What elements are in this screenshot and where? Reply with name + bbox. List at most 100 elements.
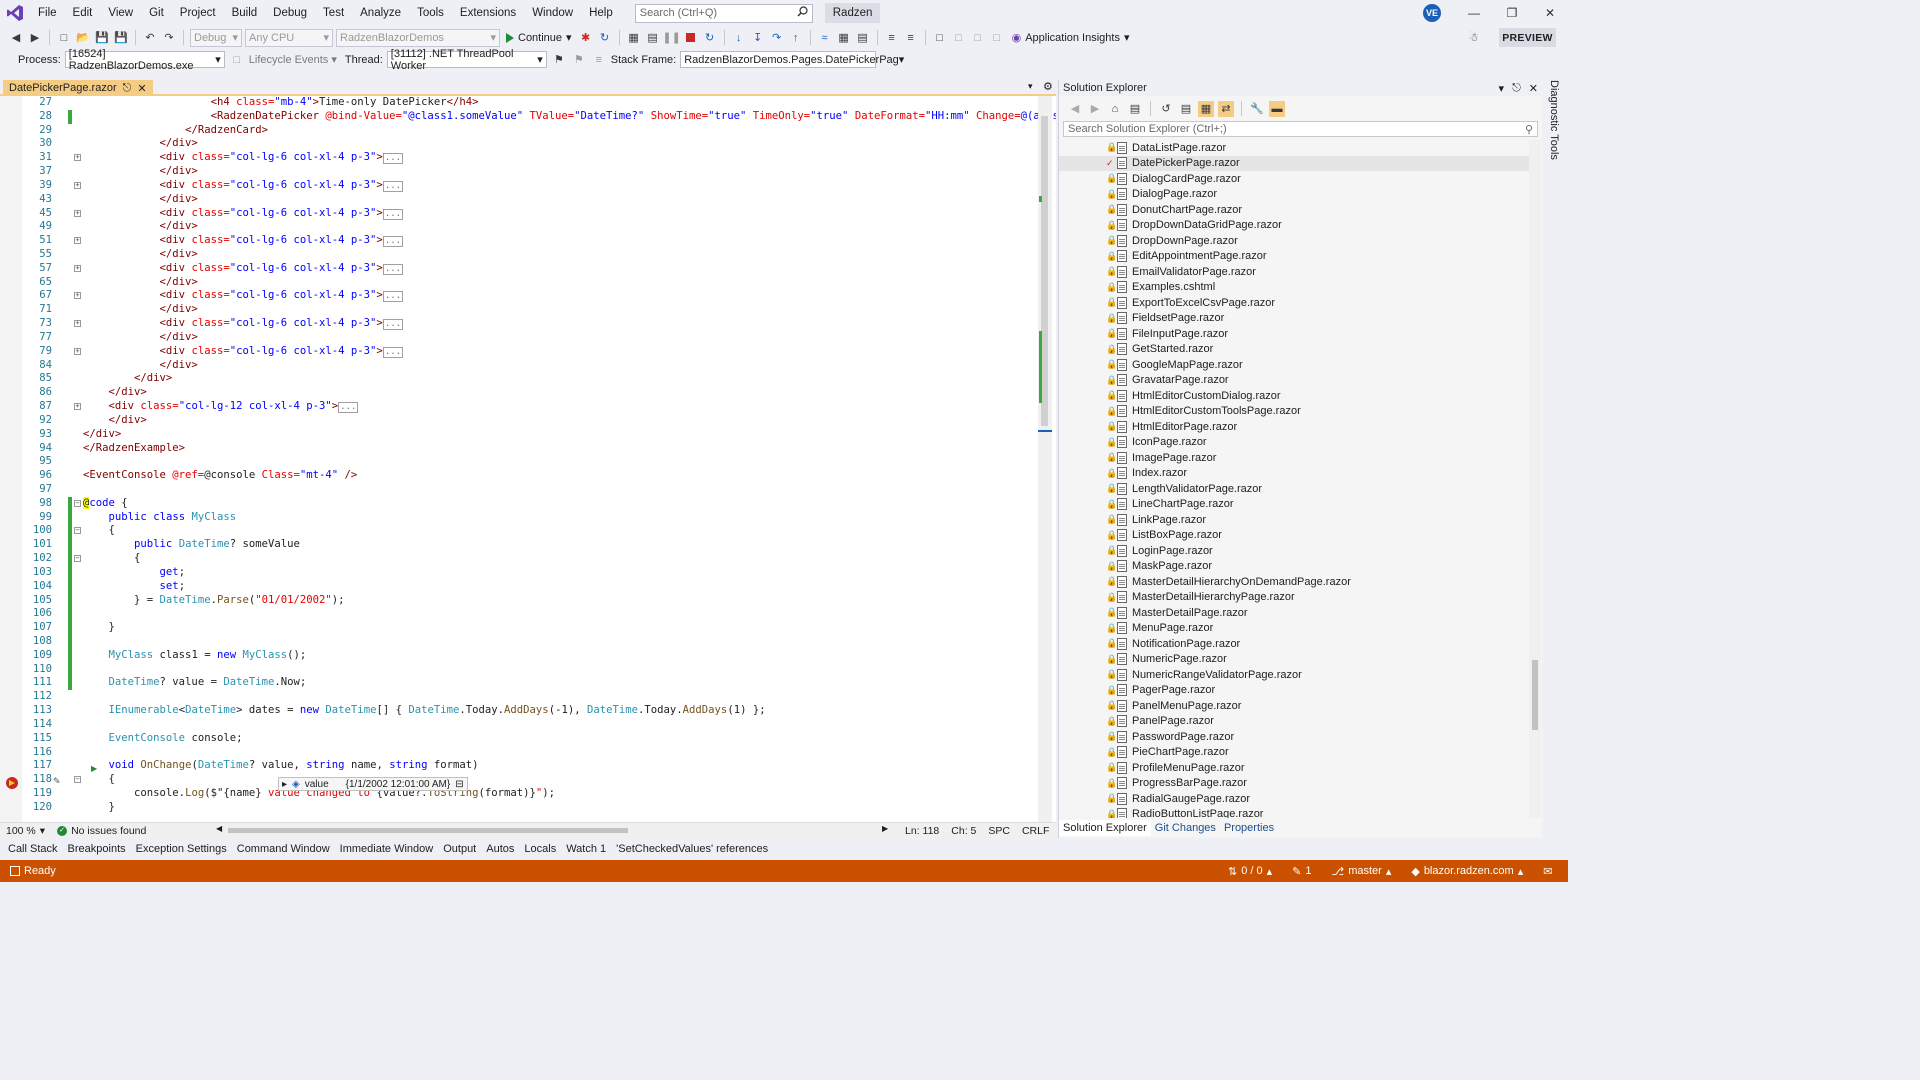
code-editor[interactable]: 27 <h4 class="mb-4">Time-only DatePicker… bbox=[0, 96, 1056, 822]
code-line[interactable]: 98 − @code { bbox=[0, 496, 1036, 511]
solution-file-item[interactable]: 🔒 MenuPage.razor bbox=[1059, 621, 1529, 637]
tool-tab-breakpoints[interactable]: Breakpoints bbox=[63, 843, 131, 855]
code-line[interactable]: 107 } bbox=[0, 621, 1036, 635]
show-frames-icon[interactable]: ≡ bbox=[591, 52, 607, 68]
column-number[interactable]: Ch: 5 bbox=[951, 825, 976, 837]
menu-item-window[interactable]: Window bbox=[524, 0, 581, 26]
tool-tab-watch-1[interactable]: Watch 1 bbox=[561, 843, 611, 855]
tab-overflow-icon[interactable]: ▾ bbox=[1028, 81, 1033, 92]
tool-tab-exception-settings[interactable]: Exception Settings bbox=[131, 843, 232, 855]
code-line[interactable]: 114 bbox=[0, 718, 1036, 732]
code-line[interactable]: 120 } bbox=[0, 801, 1036, 815]
code-line[interactable]: 45 + <div class="col-lg-6 col-xl-4 p-3">.… bbox=[0, 207, 1036, 221]
sync-status[interactable]: ⇅ 0 / 0 ▴ bbox=[1218, 865, 1282, 878]
tool-tab-locals[interactable]: Locals bbox=[519, 843, 561, 855]
solution-file-item[interactable]: 🔒 GoogleMapPage.razor bbox=[1059, 357, 1529, 373]
visual-studio-logo-icon[interactable] bbox=[0, 0, 30, 26]
properties-wrench-icon[interactable]: 🔧 bbox=[1249, 101, 1265, 117]
expand-outline-icon[interactable]: + bbox=[74, 264, 81, 272]
hot-reload-icon[interactable]: ✱ bbox=[578, 30, 594, 46]
code-line[interactable]: 116 bbox=[0, 746, 1036, 760]
tool-tab-call-stack[interactable]: Call Stack bbox=[3, 843, 63, 855]
navigate-forward-icon[interactable]: ▶ bbox=[27, 30, 43, 46]
format-icon[interactable]: ▤ bbox=[855, 30, 871, 46]
outdent-icon[interactable]: ≡ bbox=[903, 30, 919, 46]
solution-file-item[interactable]: 🔒 DataListPage.razor bbox=[1059, 140, 1529, 156]
code-line[interactable]: 29 </RadzenCard> bbox=[0, 124, 1036, 138]
code-line[interactable]: 117 void OnChange(DateTime? value, strin… bbox=[0, 759, 1036, 773]
code-line[interactable]: 100 − { bbox=[0, 524, 1036, 539]
sync-icon[interactable]: ⇄ bbox=[1218, 100, 1234, 117]
expand-outline-icon[interactable]: + bbox=[74, 237, 81, 245]
collapsed-region[interactable]: ... bbox=[382, 208, 404, 220]
diagnostic-tools-tab[interactable]: Diagnostic Tools bbox=[1548, 80, 1560, 160]
pin-icon[interactable]: ⎋ bbox=[123, 82, 132, 95]
navigate-back-icon[interactable]: ◀ bbox=[8, 30, 24, 46]
browser-link-icon[interactable]: ▦ bbox=[626, 30, 642, 46]
solution-file-item[interactable]: 🔒 DialogPage.razor bbox=[1059, 187, 1529, 203]
code-line[interactable]: 99 public class MyClass bbox=[0, 510, 1036, 525]
solution-file-item[interactable]: 🔒 MasterDetailPage.razor bbox=[1059, 605, 1529, 621]
configuration-dropdown[interactable]: Debug ▾ bbox=[190, 28, 242, 47]
solution-file-item[interactable]: 🔒 ProfileMenuPage.razor bbox=[1059, 760, 1529, 776]
indent-icon[interactable]: ≡ bbox=[884, 30, 900, 46]
menu-item-test[interactable]: Test bbox=[315, 0, 352, 26]
code-line[interactable]: 118 − { bbox=[0, 773, 1036, 787]
solution-file-item[interactable]: 🔒 NumericRangeValidatorPage.razor bbox=[1059, 667, 1529, 683]
diagnostics-icon[interactable]: ▦ bbox=[836, 30, 852, 46]
expand-icon[interactable]: ▸ bbox=[282, 779, 287, 790]
close-icon[interactable]: ✕ bbox=[1529, 82, 1538, 95]
solution-file-item[interactable]: 🔒 LengthValidatorPage.razor bbox=[1059, 481, 1529, 497]
solution-file-item[interactable]: 🔒 NotificationPage.razor bbox=[1059, 636, 1529, 652]
solution-file-item[interactable]: 🔒 IconPage.razor bbox=[1059, 435, 1529, 451]
solution-file-item[interactable]: 🔒 MaskPage.razor bbox=[1059, 559, 1529, 575]
collapsed-region[interactable]: ... bbox=[382, 180, 404, 192]
solution-file-item[interactable]: 🔒 PagerPage.razor bbox=[1059, 683, 1529, 699]
solution-file-item[interactable]: 🔒 DialogCardPage.razor bbox=[1059, 171, 1529, 187]
datatip[interactable]: ▸ ◈ value {1/1/2002 12:01:00 AM} ⊟ bbox=[278, 777, 468, 791]
solution-file-item[interactable]: 🔒 EditAppointmentPage.razor bbox=[1059, 249, 1529, 265]
solution-file-item[interactable]: 🔒 MasterDetailHierarchyOnDemandPage.razor bbox=[1059, 574, 1529, 590]
preview-selected-icon[interactable]: ▬ bbox=[1269, 100, 1285, 117]
next-bookmark-icon[interactable]: □ bbox=[970, 30, 986, 46]
back-icon[interactable]: ◀ bbox=[1067, 101, 1083, 117]
code-line[interactable]: 73 + <div class="col-lg-6 col-xl-4 p-3">.… bbox=[0, 317, 1036, 331]
solution-file-item[interactable]: 🔒 Index.razor bbox=[1059, 466, 1529, 482]
code-line[interactable]: 97 bbox=[0, 483, 1036, 497]
branch-selector[interactable]: ⎇ master ▴ bbox=[1322, 865, 1402, 878]
code-line[interactable]: 93 </div> bbox=[0, 428, 1036, 442]
hscroll-thumb[interactable] bbox=[228, 828, 628, 833]
collapsed-region[interactable]: ... bbox=[338, 402, 359, 414]
code-line[interactable]: 102 − { bbox=[0, 552, 1036, 566]
notifications-button[interactable]: ✉ bbox=[1533, 865, 1562, 878]
tab-solution-explorer[interactable]: Solution Explorer bbox=[1059, 820, 1151, 836]
pin-datatip-icon[interactable]: ⊟ bbox=[455, 779, 463, 790]
code-line[interactable]: 39 + <div class="col-lg-6 col-xl-4 p-3">.… bbox=[0, 179, 1036, 193]
step-over-arc-icon[interactable]: ↷ bbox=[769, 30, 785, 46]
code-line[interactable]: 111 DateTime? value = DateTime.Now; bbox=[0, 676, 1036, 691]
tool-tab-immediate-window[interactable]: Immediate Window bbox=[335, 843, 439, 855]
close-window-button[interactable]: ✕ bbox=[1531, 0, 1569, 26]
tool-tab-autos[interactable]: Autos bbox=[481, 843, 519, 855]
step-over-icon[interactable]: ↧ bbox=[750, 30, 766, 46]
thread-dropdown[interactable]: [31112] .NET ThreadPool Worker ▾ bbox=[386, 48, 547, 72]
solution-file-item[interactable]: 🔒 EmailValidatorPage.razor bbox=[1059, 264, 1529, 280]
new-project-icon[interactable]: □ bbox=[56, 30, 72, 46]
toggle-flag-icon[interactable]: ⚑ bbox=[571, 52, 587, 68]
code-line[interactable]: 86 </div> bbox=[0, 386, 1036, 400]
code-line[interactable]: 30 </div> bbox=[0, 137, 1036, 151]
collapsed-region[interactable]: ... bbox=[382, 319, 404, 331]
scroll-left-icon[interactable]: ◀ bbox=[216, 824, 222, 833]
code-line[interactable]: 37 </div> bbox=[0, 165, 1036, 179]
stack-frame-dropdown[interactable]: RadzenBlazorDemos.Pages.DatePickerPag ▾ bbox=[680, 51, 904, 68]
code-line[interactable]: 31 + <div class="col-lg-6 col-xl-4 p-3">.… bbox=[0, 151, 1036, 165]
code-line[interactable]: 96 <EventConsole @ref=@console Class="mt-… bbox=[0, 469, 1036, 483]
collapse-outline-icon[interactable]: − bbox=[74, 499, 81, 507]
code-line[interactable]: 109 MyClass class1 = new MyClass(); bbox=[0, 648, 1036, 663]
expand-outline-icon[interactable]: + bbox=[74, 347, 81, 355]
forward-icon[interactable]: ▶ bbox=[1087, 101, 1103, 117]
code-line[interactable]: 110 bbox=[0, 662, 1036, 677]
code-line[interactable]: 49 </div> bbox=[0, 220, 1036, 234]
tab-properties[interactable]: Properties bbox=[1220, 820, 1278, 836]
solution-file-item[interactable]: 🔒 GravatarPage.razor bbox=[1059, 373, 1529, 389]
